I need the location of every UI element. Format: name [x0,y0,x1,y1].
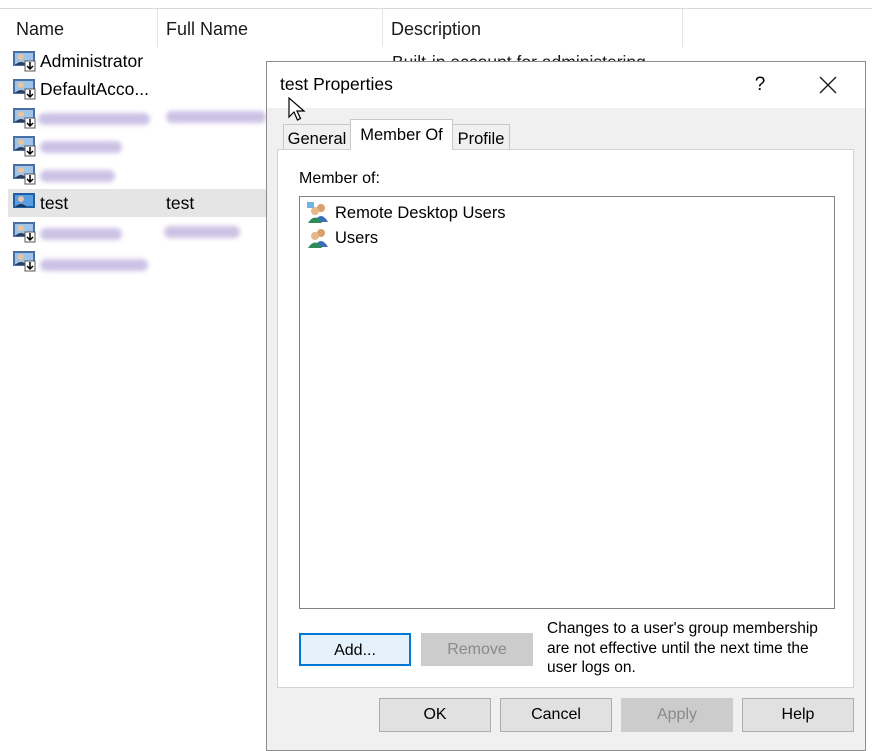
column-header-name[interactable]: Name [8,9,158,47]
group-name: Users [335,229,379,247]
properties-dialog: test Properties ? General Member Of Prof… [266,61,866,751]
list-item[interactable] [8,104,273,132]
user-name: test [40,193,69,213]
redacted-full-name [164,226,240,238]
user-icon [13,79,36,100]
close-button[interactable] [811,68,845,102]
list-item[interactable] [8,218,273,246]
group-icon [307,202,328,223]
list-item[interactable] [8,247,273,275]
user-name: DefaultAcco... [40,79,149,99]
cursor-icon [288,97,306,121]
list-item[interactable] [8,132,273,160]
remove-button[interactable]: Remove [421,633,533,666]
redacted-name [40,141,122,153]
tab-profile[interactable]: Profile [452,124,510,149]
list-item[interactable]: DefaultAcco... [8,75,273,103]
user-full-name: test [166,193,195,213]
list-item-selected[interactable]: test test [8,189,273,217]
tab-general[interactable]: General [283,124,351,149]
user-icon [13,193,35,208]
member-of-panel: Member of: Remote Desktop Users Users Ad… [277,149,854,688]
column-header-full-name[interactable]: Full Name [158,9,383,47]
group-name: Remote Desktop Users [335,204,506,222]
membership-note: Changes to a user's group membership are… [547,620,818,676]
add-button[interactable]: Add... [299,633,411,666]
redacted-name [40,228,122,240]
apply-button[interactable]: Apply [621,698,733,732]
list-item[interactable] [8,160,273,188]
ok-button[interactable]: OK [379,698,491,732]
list-item[interactable]: Administrator [8,47,273,75]
dialog-titlebar[interactable]: test Properties ? [267,62,865,108]
tab-member-of[interactable]: Member Of [350,119,453,150]
redacted-name [40,259,148,271]
help-button[interactable]: Help [742,698,854,732]
help-title-button[interactable]: ? [743,68,777,102]
redacted-name [38,113,150,125]
cancel-button[interactable]: Cancel [500,698,612,732]
list-top-border [0,0,872,9]
member-of-list[interactable]: Remote Desktop Users Users [299,196,835,609]
user-icon [13,164,36,185]
close-icon [819,76,837,94]
column-header-description[interactable]: Description [383,9,683,47]
member-of-label: Member of: [299,170,380,187]
dialog-title: test Properties [280,74,393,94]
redacted-name [40,170,115,182]
user-icon [13,108,36,129]
user-icon [13,136,36,157]
user-icon [13,222,36,243]
redacted-full-name [166,111,266,123]
user-icon [13,251,36,272]
user-icon [13,51,36,72]
group-icon [308,229,328,248]
user-name: Administrator [40,51,144,71]
